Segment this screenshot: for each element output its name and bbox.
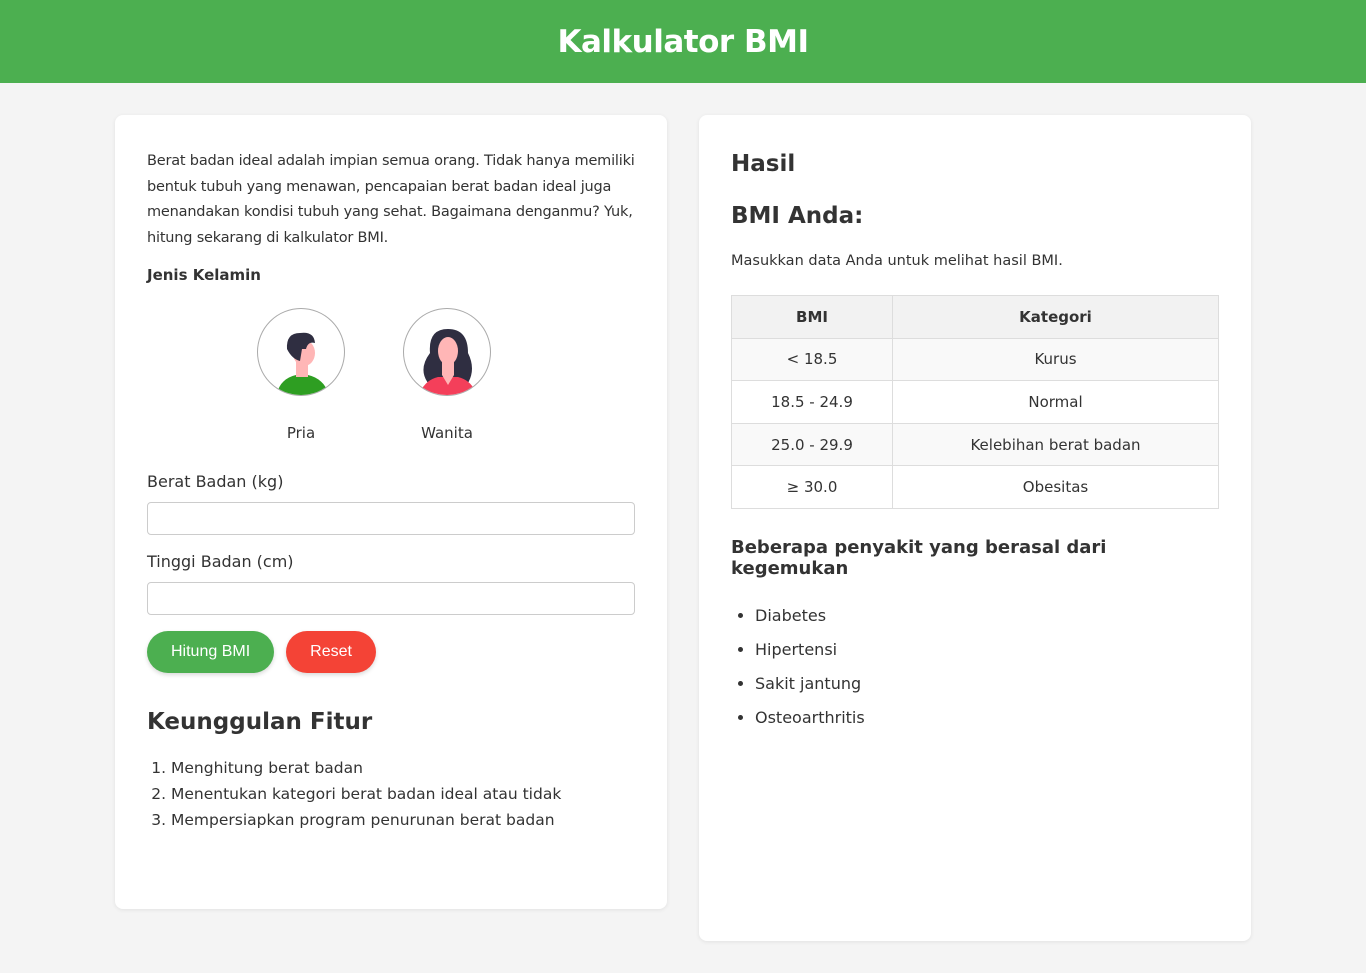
calculate-bmi-button[interactable]: Hitung BMI xyxy=(147,630,275,673)
list-item: Diabetes xyxy=(755,599,1219,633)
result-card: Hasil BMI Anda: Masukkan data Anda untuk… xyxy=(699,115,1251,941)
features-title: Keunggulan Fitur xyxy=(147,708,373,735)
male-avatar-icon[interactable] xyxy=(257,307,345,396)
header: Kalkulator BMI xyxy=(0,0,1366,83)
gender-label-male: Pria xyxy=(286,423,316,442)
table-header-row: BMI Kategori xyxy=(731,295,1219,339)
female-avatar-icon[interactable] xyxy=(403,307,491,396)
page-title: Kalkulator BMI xyxy=(557,23,809,60)
form-card: Berat badan ideal adalah impian semua or… xyxy=(115,115,667,909)
gender-label-female: Wanita xyxy=(421,423,473,442)
intro-text: Berat badan ideal adalah impian semua or… xyxy=(147,153,635,247)
list-item: Sakit jantung xyxy=(755,667,1219,701)
table-cell: 25.0 - 29.9 xyxy=(731,422,893,467)
features-list: Menghitung berat badan Menentukan katego… xyxy=(147,755,635,833)
diseases-list: Diabetes Hipertensi Sakit jantung Osteoa… xyxy=(731,599,1219,735)
table-cell: Normal xyxy=(892,380,1219,424)
table-cell: ≥ 30.0 xyxy=(731,465,893,509)
bmi-category-table: BMI Kategori < 18.5 Kurus 18.5 - 24.9 Norma… xyxy=(731,295,1219,509)
height-input[interactable] xyxy=(147,581,635,615)
table-row: 18.5 - 24.9 Normal xyxy=(731,380,1219,424)
table-cell: Kurus xyxy=(892,337,1219,382)
table-row: 25.0 - 29.9 Kelebihan berat badan xyxy=(731,422,1219,467)
gender-options: Pria Wanita xyxy=(113,307,635,442)
list-item: Menghitung berat badan xyxy=(171,755,635,781)
reset-button[interactable]: Reset xyxy=(286,630,376,673)
table-cell: < 18.5 xyxy=(731,337,893,382)
list-item: Menentukan kategori berat badan ideal at… xyxy=(171,781,635,807)
list-item: Mempersiapkan program penurunan berat ba… xyxy=(171,807,635,833)
list-item: Osteoarthritis xyxy=(755,701,1219,735)
list-item: Hipertensi xyxy=(755,633,1219,667)
table-cell: Kelebihan berat badan xyxy=(892,422,1219,467)
gender-option-female[interactable]: Wanita xyxy=(403,307,491,442)
result-title: Hasil xyxy=(731,151,796,177)
table-row: ≥ 30.0 Obesitas xyxy=(731,465,1219,509)
result-message: Masukkan data Anda untuk melihat hasil B… xyxy=(731,253,1063,269)
table-header: BMI xyxy=(731,295,893,339)
diseases-title: Beberapa penyakit yang berasal dari kege… xyxy=(731,536,1107,579)
bmi-title: BMI Anda: xyxy=(731,203,864,229)
table-header: Kategori xyxy=(892,295,1219,339)
gender-option-male[interactable]: Pria xyxy=(257,307,345,442)
table-cell: Obesitas xyxy=(892,465,1219,509)
table-row: < 18.5 Kurus xyxy=(731,337,1219,382)
table-cell: 18.5 - 24.9 xyxy=(731,380,893,424)
weight-input[interactable] xyxy=(147,501,635,535)
gender-label: Jenis Kelamin xyxy=(147,265,261,284)
weight-label: Berat Badan (kg) xyxy=(147,471,284,491)
height-label: Tinggi Badan (cm) xyxy=(147,551,294,571)
